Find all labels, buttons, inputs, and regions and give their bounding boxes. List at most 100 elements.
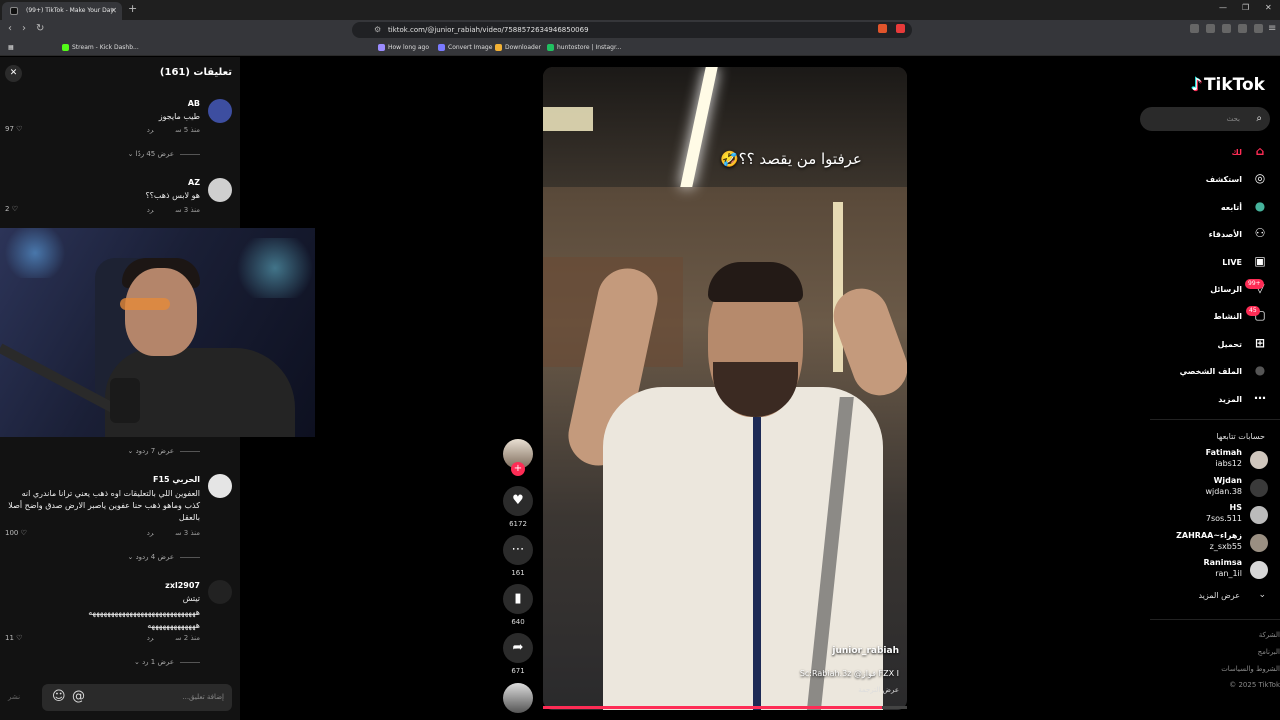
nav-item-more[interactable]: ⋯المزيد (1218, 390, 1268, 406)
emoji-icon[interactable]: ☺ (52, 689, 66, 704)
following-account[interactable]: ZAHRAA~زهراء z_sxb55 (1140, 531, 1280, 555)
music-disc-icon[interactable] (503, 683, 533, 713)
comment-count: 161 (511, 569, 525, 577)
upload-icon: ⊞ (1254, 336, 1266, 350)
following-account[interactable]: Wjdan wjdan.38 (1140, 476, 1280, 500)
bookmark-item[interactable]: huntostore | Instagr... (547, 42, 622, 54)
back-icon[interactable]: ‹ (8, 23, 12, 34)
following-account[interactable]: Ranimsa ran_1il (1140, 558, 1280, 582)
translate-button[interactable]: عرض الترجمة (858, 686, 899, 694)
share-button[interactable]: ➦ (503, 633, 533, 663)
comment-like[interactable]: 100 ♡ (5, 529, 27, 537)
comment-author[interactable]: AB (188, 99, 200, 108)
avatar[interactable] (208, 178, 232, 202)
nav-item-profile[interactable]: ●الملف الشخصي (1180, 362, 1268, 378)
see-more-button[interactable]: عرض المزيد (1198, 591, 1240, 600)
shield-icon[interactable] (1254, 24, 1263, 33)
comment-input[interactable]: إضافة تعليق... (42, 684, 232, 711)
comment-author[interactable]: zxl2907 (165, 581, 200, 590)
nav-item-for-you[interactable]: ⌂لك (1232, 143, 1268, 159)
avatar[interactable] (208, 474, 232, 498)
comment-author[interactable]: الحربي F15 (153, 475, 200, 484)
comments-panel: تعليقات (161) ✕ AB طيب مايجوز منذ 5 سرد … (0, 57, 315, 720)
comment-text-line: هههههههههههههههههههههههههههههه (88, 608, 200, 617)
profile-icon: ● (1254, 363, 1266, 377)
live-icon: ▣ (1254, 254, 1266, 268)
nav-item-activity[interactable]: ▢النشاط (1214, 307, 1268, 323)
search-input[interactable]: ⌕ بحث (1140, 107, 1270, 131)
bookmark-item[interactable]: How long ago (378, 42, 429, 54)
nav-item-explore[interactable]: ◎استكشف (1206, 170, 1268, 186)
comment-meta: منذ 2 سرد (146, 634, 200, 642)
avatar[interactable] (208, 99, 232, 123)
comment-like[interactable]: 2 ♡ (5, 205, 18, 213)
following-avatar-icon: ● (1254, 199, 1266, 213)
avatar (1250, 451, 1268, 469)
view-replies-button[interactable]: عرض 1 رد ⌄ (134, 658, 200, 666)
search-icon[interactable]: ⌕ (1256, 107, 1262, 131)
comment-meta: منذ 3 سرد (146, 206, 200, 214)
comment-text: تيتش (182, 594, 200, 603)
video-progress-bar[interactable] (543, 706, 907, 709)
apps-grid-icon[interactable]: ▦ (8, 42, 14, 54)
video-author[interactable]: junior_rabiah (832, 646, 899, 656)
wallet-icon[interactable] (1222, 24, 1231, 33)
bookmark-item[interactable]: Downloader (495, 42, 541, 54)
mention-icon[interactable]: @ (72, 689, 85, 704)
post-button[interactable]: نشر (8, 693, 20, 701)
window-close-icon[interactable]: ✕ (1265, 3, 1272, 12)
following-account[interactable]: HS 7sos.511 (1140, 503, 1280, 527)
minimize-icon[interactable]: — (1219, 3, 1227, 12)
chevron-down-icon[interactable]: ⌄ (1258, 590, 1266, 600)
nav-item-following[interactable]: ●أتابعه (1221, 198, 1268, 214)
comment-button[interactable]: ⋯ (503, 535, 533, 565)
copyright: © 2025 TikTok (1229, 681, 1280, 689)
home-icon: ⌂ (1255, 144, 1265, 158)
nav-item-friends[interactable]: ⚇الأصدقاء (1209, 225, 1268, 241)
tab-title: (99+) TikTok - Make Your Day (26, 7, 114, 14)
extension-icon[interactable] (1190, 24, 1199, 33)
comment-author[interactable]: AZ (188, 178, 200, 187)
video-description: FZX I فواز@ Sc:Rabiah.3z (799, 669, 899, 678)
save-button[interactable]: ▮ (503, 584, 533, 614)
footer-link-company[interactable]: الشركة (1259, 631, 1280, 639)
maximize-icon[interactable]: ❐ (1242, 3, 1249, 12)
comment-like[interactable]: 11 ♡ (5, 634, 22, 642)
reload-icon[interactable]: ↻ (36, 23, 44, 34)
footer-link-terms[interactable]: الشروط والسياسات (1221, 665, 1280, 673)
nav-item-upload[interactable]: ⊞تحميل (1217, 335, 1268, 351)
footer-link-program[interactable]: البرنامج (1258, 648, 1280, 656)
store-icon (547, 44, 554, 51)
bookmark-item[interactable]: Stream - Kick Dashb... (62, 42, 139, 54)
site-info-icon[interactable]: ⚙ (374, 22, 381, 38)
following-account[interactable]: Fatimah iabs12 (1140, 448, 1280, 472)
view-replies-button[interactable]: عرض 4 ردود ⌄ (127, 553, 200, 561)
browser-tab[interactable]: (99+) TikTok - Make Your Day ✕ (2, 2, 122, 20)
view-replies-button[interactable]: عرض 7 ردود ⌄ (127, 447, 200, 455)
avatar[interactable] (208, 580, 232, 604)
close-tab-icon[interactable]: ✕ (110, 2, 117, 20)
reply-button[interactable]: رد (147, 634, 154, 642)
follow-button[interactable]: + (511, 462, 525, 476)
nav-item-live[interactable]: ▣LIVE (1222, 253, 1268, 269)
sidebar-toggle-icon[interactable] (1206, 24, 1215, 33)
compass-icon: ◎ (1254, 171, 1266, 185)
reply-button[interactable]: رد (147, 126, 154, 134)
menu-icon[interactable]: ≡ (1268, 23, 1276, 34)
new-tab-button[interactable]: + (128, 2, 137, 15)
tiktok-logo[interactable]: ♪ TikTok (1191, 75, 1265, 95)
vpn-icon[interactable] (1238, 24, 1247, 33)
comment-like[interactable]: 97 ♡ (5, 125, 22, 133)
bookmark-item[interactable]: Convert Image (438, 42, 492, 54)
reply-button[interactable]: رد (147, 529, 154, 537)
rewards-icon[interactable] (896, 24, 905, 33)
brave-shield-icon[interactable] (878, 24, 887, 33)
like-button[interactable]: ♥ (503, 486, 533, 516)
address-bar[interactable]: ⚙ tiktok.com/@junior_rabiah/video/758857… (352, 22, 912, 38)
forward-icon[interactable]: › (22, 23, 26, 34)
comment-text-line: هههههههههههههه (147, 621, 200, 630)
progress-fill (543, 706, 882, 709)
reply-button[interactable]: رد (147, 206, 154, 214)
close-comments-button[interactable]: ✕ (5, 65, 22, 82)
view-replies-button[interactable]: عرض 45 ردًا ⌄ (128, 150, 200, 158)
